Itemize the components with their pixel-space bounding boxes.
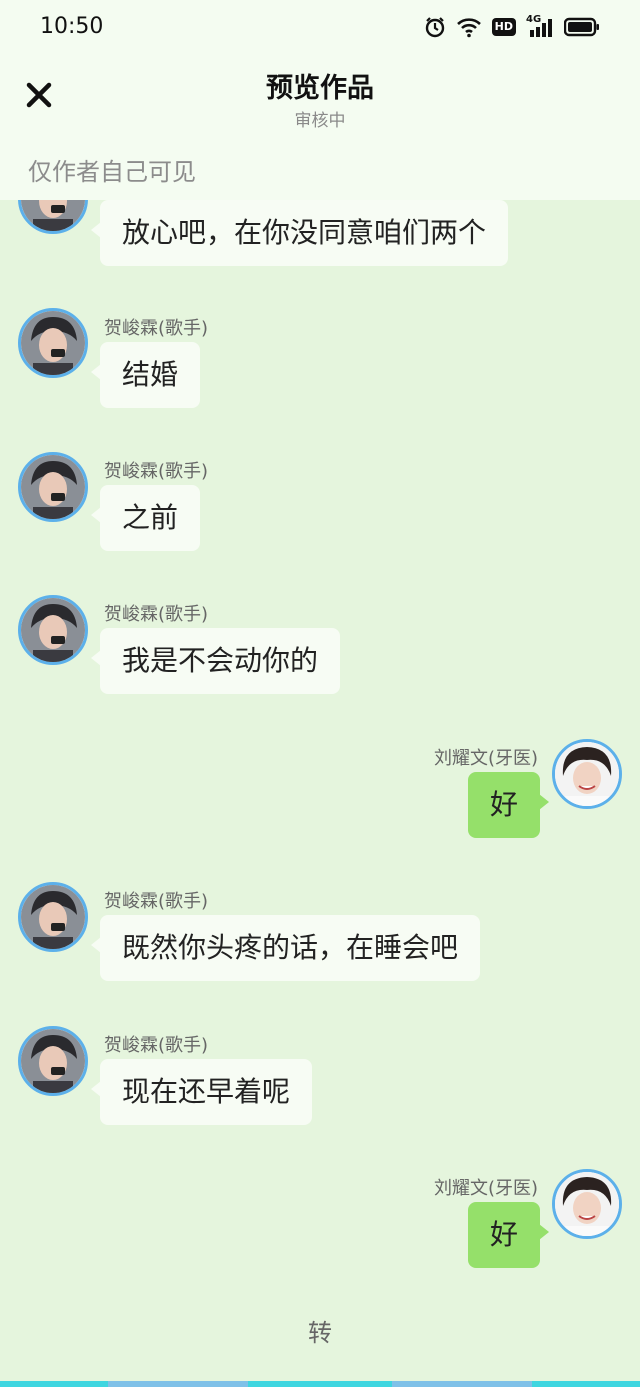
message-bubble[interactable]: 我是不会动你的 <box>90 628 341 694</box>
alarm-icon <box>424 16 446 38</box>
visibility-note: 仅作者自己可见 <box>28 158 196 186</box>
sender-name: 贺峻霖(歌手) <box>104 1035 209 1056</box>
avatar[interactable] <box>18 452 88 522</box>
message-bubble[interactable]: 好 <box>467 1202 550 1268</box>
avatar[interactable] <box>18 1026 88 1096</box>
signal-4g-icon: 4G <box>526 14 554 38</box>
sender-name: 贺峻霖(歌手) <box>104 604 209 625</box>
status-icons: HD 4G <box>424 14 600 38</box>
forward-label[interactable]: 转 <box>0 1313 640 1348</box>
message-bubble[interactable]: 现在还早着呢 <box>90 1059 313 1125</box>
message-bubble[interactable]: 之前 <box>90 485 201 551</box>
sender-name: 刘耀文(牙医) <box>433 1178 538 1199</box>
message-bubble[interactable]: 结婚 <box>90 342 201 408</box>
avatar[interactable] <box>552 739 622 809</box>
battery-icon <box>564 17 600 37</box>
avatar[interactable] <box>18 200 88 234</box>
message-bubble[interactable]: 好 <box>467 772 550 838</box>
sender-name: 贺峻霖(歌手) <box>104 461 209 482</box>
avatar[interactable] <box>18 882 88 952</box>
message-bubble[interactable]: 既然你头疼的话，在睡会吧 <box>90 915 481 981</box>
avatar[interactable] <box>552 1169 622 1239</box>
avatar[interactable] <box>18 595 88 665</box>
review-status: 审核中 <box>294 111 346 131</box>
hd-icon: HD <box>491 18 516 36</box>
page-title: 预览作品 <box>266 73 374 104</box>
avatar[interactable] <box>18 308 88 378</box>
bottom-progress-bar <box>0 1381 640 1387</box>
message-bubble[interactable]: 放心吧，在你没同意咱们两个 <box>90 200 509 266</box>
header: 预览作品 审核中 仅作者自己可见 <box>0 56 640 200</box>
sender-name: 贺峻霖(歌手) <box>104 318 209 339</box>
chat-area[interactable]: 放心吧，在你没同意咱们两个 贺峻霖(歌手) 结婚 贺峻霖(歌手) 之前 贺峻霖(… <box>0 200 640 1380</box>
sender-name: 贺峻霖(歌手) <box>104 891 209 912</box>
status-bar: 10:50 HD 4G <box>0 0 640 56</box>
sender-name: 刘耀文(牙医) <box>433 748 538 769</box>
status-time: 10:50 <box>40 14 104 39</box>
wifi-icon <box>456 16 482 38</box>
